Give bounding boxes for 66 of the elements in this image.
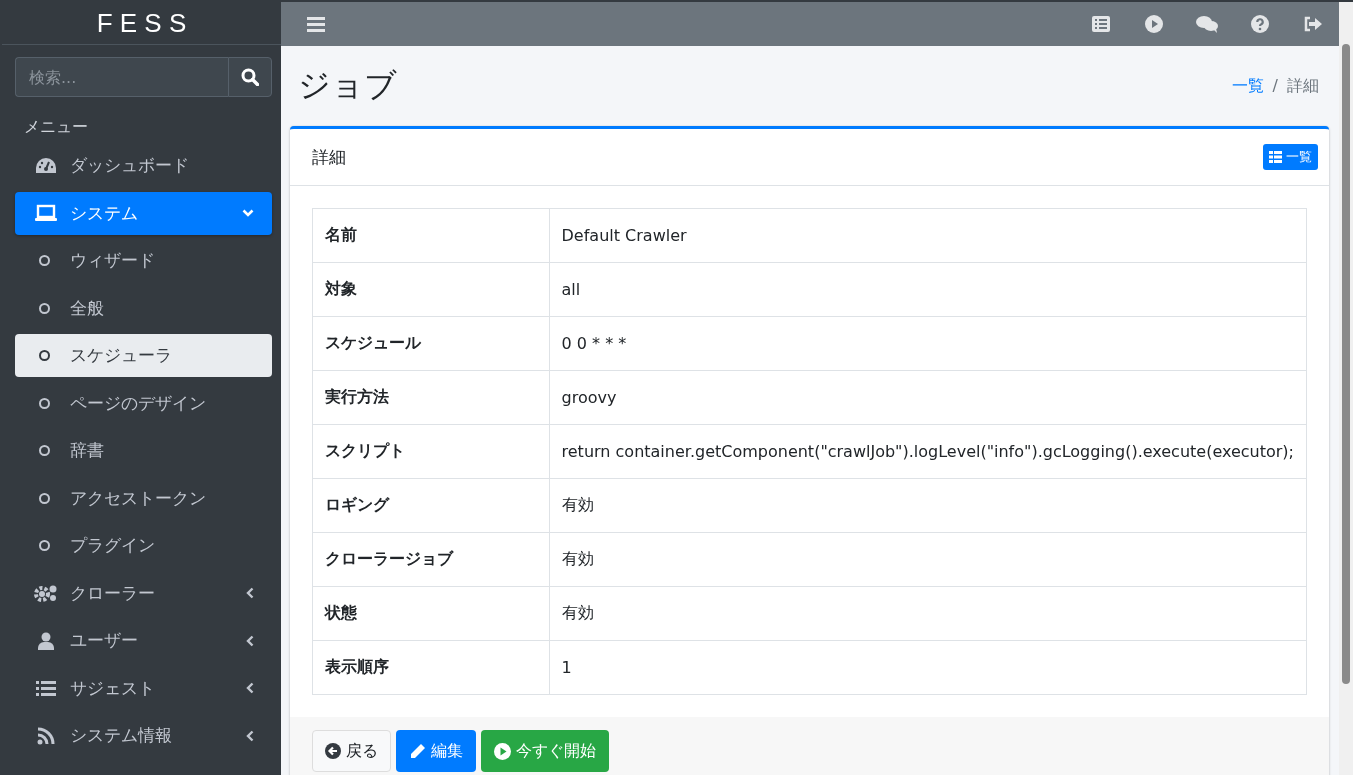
arrow-left-circle-icon (325, 743, 341, 759)
circle-icon (39, 255, 50, 266)
laptop-icon (35, 204, 57, 222)
field-value: groovy (549, 370, 1307, 425)
breadcrumb-separator: / (1271, 75, 1279, 95)
sidebar-subitem[interactable]: スケジューラ (15, 334, 272, 377)
search-icon (241, 68, 259, 86)
sidebar-item[interactable]: システム情報 (15, 714, 272, 757)
rss-icon (37, 726, 55, 745)
field-value: 1 (549, 640, 1307, 695)
list-icon (36, 680, 56, 696)
list-icon (1091, 16, 1110, 32)
sidebar-subitem[interactable]: アクセストークン (15, 476, 272, 520)
sidebar-item[interactable]: ダッシュボード (15, 144, 272, 187)
circle-icon (39, 397, 50, 409)
sidebar-item[interactable]: システム (15, 191, 272, 235)
circle-icon (39, 540, 50, 551)
sidebar-subitem[interactable]: ページのデザイン (15, 381, 272, 425)
search-field[interactable]: 検索... (15, 57, 228, 97)
sidebar-item[interactable]: ユーザー (15, 619, 272, 662)
field-label: 実行方法 (312, 370, 550, 425)
sidebar-subitem[interactable]: プラグイン (15, 524, 272, 567)
field-value: 有効 (549, 586, 1307, 641)
circle-icon (39, 492, 50, 504)
list-button[interactable]: 一覧 (1263, 144, 1318, 170)
page-title: ジョブ (298, 65, 398, 106)
field-label: スケジュール (312, 316, 550, 371)
back-button[interactable]: 戻る (312, 730, 391, 772)
card-title: 詳細 (312, 145, 347, 169)
field-label: スクリプト (312, 424, 550, 479)
sidebar-item[interactable]: サジェスト (15, 666, 272, 710)
edit-button[interactable]: 編集 (396, 730, 476, 772)
search-button[interactable] (228, 57, 272, 97)
sidebar-subitem[interactable]: ウィザード (15, 239, 272, 282)
breadcrumb-current: 詳細 (1287, 75, 1319, 95)
circle-icon (39, 445, 50, 456)
sidebar-subitem[interactable]: 全般 (15, 286, 272, 330)
menu-button[interactable] (307, 16, 325, 32)
field-value: all (549, 262, 1307, 317)
field-label: 対象 (312, 262, 550, 317)
field-value: 有効 (549, 478, 1307, 533)
chat-bubbles-icon (1195, 15, 1218, 33)
field-value: 有効 (549, 532, 1307, 587)
play-circle-icon (494, 742, 511, 760)
play-circle-icon (1144, 15, 1163, 33)
field-label: 名前 (312, 208, 550, 263)
field-value: return container.getComponent("crawlJob").logLevel("info").gcLogging().execute(executor); (549, 424, 1307, 479)
field-label: ロギング (312, 478, 550, 533)
field-label: 状態 (312, 586, 550, 641)
breadcrumb-link[interactable]: 一覧 (1231, 75, 1264, 95)
logout-icon (1302, 16, 1323, 32)
help-icon (1250, 15, 1269, 33)
circle-icon (39, 350, 50, 361)
circle-icon (39, 302, 50, 314)
field-label: 表示順序 (312, 640, 550, 695)
field-value: 0 0 * * * (549, 316, 1307, 371)
user-icon (37, 631, 55, 650)
sidebar-subitem[interactable]: 辞書 (15, 429, 272, 472)
field-label: クローラージョブ (312, 532, 550, 587)
sidebar-item[interactable]: クローラー (15, 571, 272, 615)
table-icon (1269, 151, 1282, 163)
pencil-icon (409, 742, 426, 760)
speedometer-icon (35, 156, 57, 175)
menu-icon (307, 16, 325, 32)
menu-header: メニュー (23, 116, 89, 138)
field-value: Default Crawler (549, 208, 1307, 263)
